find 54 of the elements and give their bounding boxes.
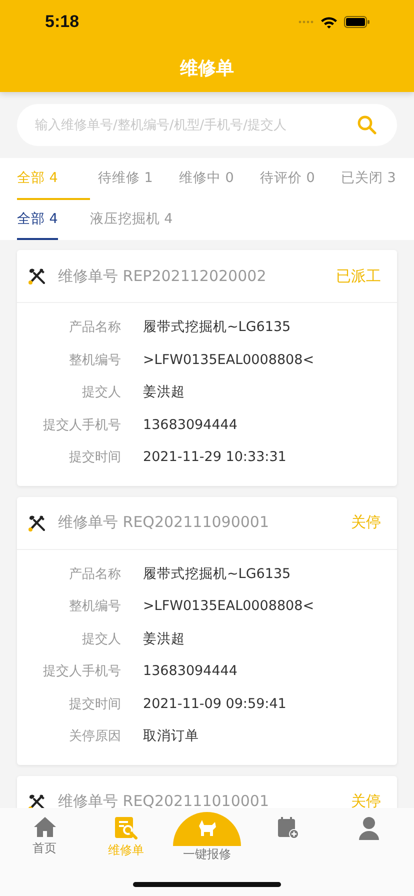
field-label: 产品名称 bbox=[68, 319, 121, 336]
calendar-plus-icon bbox=[276, 816, 300, 840]
field-value: 取消订单 bbox=[143, 727, 199, 746]
order-number: 维修单号 REQ202111090001 bbox=[58, 513, 270, 532]
order-number: 维修单号 REQ202111010001 bbox=[58, 792, 270, 808]
field-label: 提交人手机号 bbox=[42, 416, 121, 434]
battery-icon bbox=[344, 16, 370, 28]
document-search-icon bbox=[112, 816, 139, 840]
field-value: 2021-11-29 10:33:31 bbox=[143, 449, 286, 466]
tab-bar-item[interactable]: 维修单 bbox=[85, 808, 166, 864]
field-label: 产品名称 bbox=[68, 566, 121, 583]
tab-bar-item[interactable]: 首页 bbox=[4, 808, 86, 864]
order-status: 已派工 bbox=[336, 266, 381, 286]
category-tab[interactable]: 液压挖掘机 4 bbox=[90, 200, 173, 240]
field-label: 提交时间 bbox=[68, 449, 121, 466]
tab-bar-item[interactable]: 一键报修 bbox=[166, 808, 248, 864]
status-time: 5:18 bbox=[45, 12, 80, 32]
tools-icon bbox=[27, 512, 47, 532]
field-label: 提交人 bbox=[81, 630, 121, 648]
wifi-icon bbox=[320, 16, 338, 28]
tools-icon bbox=[27, 792, 47, 808]
category-tab[interactable]: 全部 4 bbox=[17, 200, 58, 240]
status-tab[interactable]: 待评价 0 bbox=[260, 158, 333, 200]
order-card[interactable]: 维修单号 REQ202111090001 关停 产品名称 履带式挖掘机~LG6135 整机编号 >LFW0135EAL0008808< 提交人 姜洪超 提交人手机号 13683094444 提交时间 2021-11-09 09:59:41 关停原因 取消订单 bbox=[17, 496, 397, 764]
field-value: 履带式挖掘机~LG6135 bbox=[143, 318, 291, 336]
field-value: >LFW0135EAL0008808< bbox=[143, 598, 314, 614]
report-icon bbox=[173, 812, 241, 846]
status-tab[interactable]: 全部 4 bbox=[17, 158, 90, 200]
field-value: 13683094444 bbox=[143, 416, 238, 433]
signal-icon bbox=[298, 20, 314, 24]
home-icon bbox=[32, 816, 57, 838]
field-label: 提交人手机号 bbox=[42, 663, 121, 680]
field-label: 提交时间 bbox=[68, 696, 121, 713]
field-label: 整机编号 bbox=[68, 352, 121, 369]
order-card[interactable]: 维修单号 REQ202111010001 关停 bbox=[17, 776, 397, 808]
field-value: >LFW0135EAL0008808< bbox=[143, 352, 314, 368]
field-label: 整机编号 bbox=[68, 598, 121, 616]
status-tab[interactable]: 已关闭 3 bbox=[341, 158, 414, 200]
tools-icon bbox=[27, 266, 47, 286]
page-title: 维修单 bbox=[180, 57, 234, 80]
order-status: 关停 bbox=[351, 792, 381, 808]
order-status: 关停 bbox=[351, 513, 381, 532]
status-tab[interactable]: 待维修 1 bbox=[98, 158, 171, 200]
field-value: 姜洪超 bbox=[143, 630, 185, 648]
order-number: 维修单号 REP202112020002 bbox=[58, 266, 268, 286]
order-card[interactable]: 维修单号 REP202112020002 已派工 产品名称 履带式挖掘机~LG6135 整机编号 >LFW0135EAL0008808< 提交人 姜洪超 提交人手机号 13683094444 提交时间 2021-11-29 10:33:31 bbox=[17, 250, 397, 486]
field-value: 2021-11-09 09:59:41 bbox=[143, 696, 286, 712]
field-label: 关停原因 bbox=[68, 728, 121, 746]
field-value: 履带式挖掘机~LG6135 bbox=[143, 564, 291, 583]
field-label: 提交人 bbox=[81, 384, 121, 402]
person-icon bbox=[358, 816, 380, 840]
field-value: 13683094444 bbox=[143, 663, 238, 680]
field-value: 姜洪超 bbox=[143, 383, 185, 402]
status-tab[interactable]: 维修中 0 bbox=[179, 158, 252, 200]
